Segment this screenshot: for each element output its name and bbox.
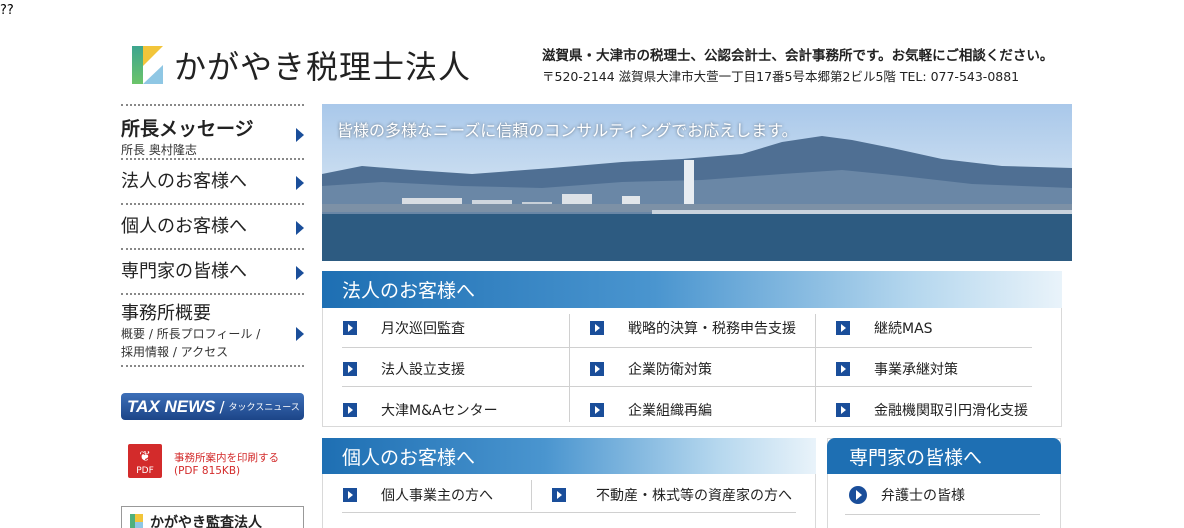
sidebar-item-professional[interactable]: 専門家の皆様へ bbox=[121, 248, 304, 293]
corporate-item-label: 企業組織再編 bbox=[628, 403, 712, 419]
corporate-item-label: 企業防衛対策 bbox=[628, 362, 712, 378]
arrow-square-icon bbox=[552, 488, 566, 502]
pdf-brochure-link[interactable]: ❦ PDF 事務所案内を印刷する (PDF 815KB) bbox=[128, 444, 279, 478]
pdf-link-text: 事務所案内を印刷する bbox=[174, 452, 279, 464]
pdf-icon-label: PDF bbox=[136, 466, 154, 476]
hero-banner: 皆様の多様なニーズに信頼のコンサルティングでお応えします。 bbox=[322, 104, 1072, 261]
corporate-item-label: 事業承継対策 bbox=[874, 362, 958, 378]
site-logo[interactable]: かがやき税理士法人 bbox=[128, 42, 471, 88]
sidebar-item-sub: 概要 / 所長プロフィール / bbox=[121, 327, 261, 341]
corporate-item-ma-center[interactable]: 大津M&Aセンター bbox=[343, 400, 498, 420]
professional-heading: 専門家の皆様へ bbox=[827, 438, 1061, 474]
individual-heading: 個人のお客様へ bbox=[322, 438, 816, 474]
kansa-banner-text: かがやき監査法人 bbox=[150, 514, 262, 528]
arrow-square-icon bbox=[343, 321, 357, 335]
corner-text: ?? bbox=[0, 3, 14, 18]
sidebar-item-label: 所長メッセージ bbox=[121, 118, 254, 140]
sidebar-item-sub: 所長 奥村隆志 bbox=[121, 143, 197, 157]
arrow-right-icon bbox=[296, 176, 304, 190]
tax-news-separator: / bbox=[219, 397, 225, 416]
arrow-right-icon bbox=[296, 221, 304, 235]
header-tagline: 滋賀県・大津市の税理士、公認会計士、会計事務所です。お気軽にご相談ください。 bbox=[542, 48, 1054, 64]
tax-news-banner[interactable]: TAX NEWS / タックスニュース bbox=[121, 393, 304, 420]
pdf-icon: ❦ PDF bbox=[128, 444, 162, 478]
corporate-item-incorporation[interactable]: 法人設立支援 bbox=[343, 359, 465, 379]
sidebar-item-sub: 採用情報 / アクセス bbox=[121, 345, 229, 359]
arrow-square-icon bbox=[590, 321, 604, 335]
arrow-square-icon bbox=[343, 488, 357, 502]
corporate-item-label: 大津M&Aセンター bbox=[381, 403, 498, 419]
professional-item-lawyers[interactable]: 弁護士の皆様 bbox=[849, 485, 965, 505]
arrow-square-icon bbox=[590, 362, 604, 376]
corporate-item-defense[interactable]: 企業防衛対策 bbox=[590, 359, 712, 379]
individual-item-label: 個人事業主の方へ bbox=[381, 488, 493, 504]
arrow-square-icon bbox=[836, 321, 850, 335]
arrow-right-icon bbox=[296, 327, 304, 341]
corporate-item-label: 法人設立支援 bbox=[381, 362, 465, 378]
individual-item-asset-holder[interactable]: 不動産・株式等の資産家の方へ bbox=[552, 485, 792, 505]
arrow-square-icon bbox=[590, 403, 604, 417]
arrow-right-icon bbox=[296, 266, 304, 280]
kansa-banner[interactable]: かがやき監査法人 bbox=[121, 506, 304, 528]
professional-item-label: 弁護士の皆様 bbox=[881, 488, 965, 504]
corporate-item-succession[interactable]: 事業承継対策 bbox=[836, 359, 958, 379]
corporate-item-mas[interactable]: 継続MAS bbox=[836, 318, 933, 338]
sidebar-item-corporate[interactable]: 法人のお客様へ bbox=[121, 158, 304, 203]
logo-text: かがやき税理士法人 bbox=[174, 48, 472, 86]
corporate-item-label: 戦略的決算・税務申告支援 bbox=[628, 321, 796, 337]
arrow-square-icon bbox=[343, 362, 357, 376]
header-address: 〒520-2144 滋賀県大津市大萱一丁目17番5号本郷第2ビル5階 TEL: … bbox=[542, 69, 1020, 84]
arrow-circle-icon bbox=[849, 486, 867, 504]
logo-mark-icon bbox=[128, 44, 168, 86]
tax-news-title: TAX NEWS bbox=[127, 396, 216, 416]
tax-news-subtitle: タックスニュース bbox=[228, 403, 300, 413]
kansa-logo-icon bbox=[130, 513, 144, 528]
arrow-square-icon bbox=[343, 403, 357, 417]
arrow-square-icon bbox=[836, 403, 850, 417]
corporate-item-financing[interactable]: 金融機関取引円滑化支援 bbox=[836, 400, 1028, 420]
hero-caption: 皆様の多様なニーズに信頼のコンサルティングでお応えします。 bbox=[337, 121, 798, 140]
sidebar-item-label: 個人のお客様へ bbox=[121, 216, 247, 237]
sidebar-item-message[interactable]: 所長メッセージ 所長 奥村隆志 bbox=[121, 104, 304, 158]
arrow-square-icon bbox=[836, 362, 850, 376]
corporate-heading: 法人のお客様へ bbox=[322, 271, 1062, 308]
corporate-item-label: 継続MAS bbox=[874, 321, 933, 337]
pdf-size-text: (PDF 815KB) bbox=[174, 465, 241, 477]
corporate-item-reorganization[interactable]: 企業組織再編 bbox=[590, 400, 712, 420]
corporate-item-monthly-audit[interactable]: 月次巡回監査 bbox=[343, 318, 465, 338]
sidebar-item-office[interactable]: 事務所概要 概要 / 所長プロフィール / 採用情報 / アクセス bbox=[121, 293, 304, 367]
corporate-item-label: 月次巡回監査 bbox=[381, 321, 465, 337]
arrow-right-icon bbox=[296, 128, 304, 142]
sidebar-item-label: 事務所概要 bbox=[121, 303, 211, 324]
sidebar-item-label: 法人のお客様へ bbox=[121, 171, 247, 192]
sidebar-item-individual[interactable]: 個人のお客様へ bbox=[121, 203, 304, 248]
individual-item-label: 不動産・株式等の資産家の方へ bbox=[596, 488, 792, 504]
corporate-item-strategic-closing[interactable]: 戦略的決算・税務申告支援 bbox=[590, 318, 796, 338]
individual-item-sole-proprietor[interactable]: 個人事業主の方へ bbox=[343, 485, 493, 505]
corporate-item-label: 金融機関取引円滑化支援 bbox=[874, 403, 1028, 419]
sidebar-item-label: 専門家の皆様へ bbox=[121, 261, 247, 282]
sidebar-nav: 所長メッセージ 所長 奥村隆志 法人のお客様へ 個人のお客様へ 専門家の皆様へ … bbox=[121, 104, 304, 367]
